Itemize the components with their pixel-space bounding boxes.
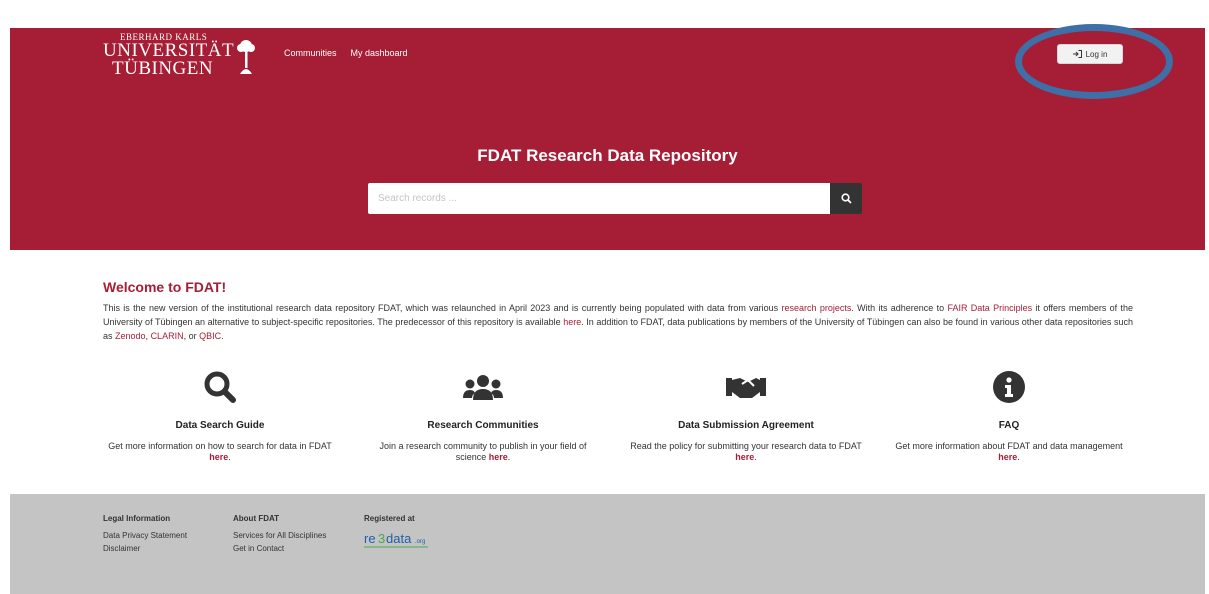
search-button[interactable]	[830, 183, 862, 214]
research-projects-link[interactable]: research projects	[782, 303, 852, 313]
footer-legal-column: Legal Information Data Privacy Statement…	[103, 514, 187, 557]
welcome-text-part: This is the new version of the instituti…	[103, 303, 782, 313]
feature-title: Data Search Guide	[175, 420, 265, 431]
nav-my-dashboard[interactable]: My dashboard	[351, 48, 408, 58]
re3data-logo-icon: re 3 data .org	[364, 531, 428, 548]
logo-line-3: TÜBINGEN	[112, 58, 214, 79]
feature-desc-text: Join a research community to publish in …	[379, 441, 587, 462]
svg-text:3: 3	[378, 531, 385, 546]
feature-desc-text: Get more information about FDAT and data…	[895, 441, 1123, 451]
footer-heading: Registered at	[364, 514, 415, 523]
tree-logo-icon	[237, 40, 255, 74]
feature-desc-text: Read the policy for submitting your rese…	[630, 441, 862, 451]
feature-desc-text: Get more information on how to search fo…	[108, 441, 332, 451]
feature-data-submission-agreement: Data Submission Agreement Read the polic…	[616, 365, 876, 463]
zenodo-link[interactable]: Zenodo	[115, 331, 146, 341]
feature-data-search-guide: Data Search Guide Get more information o…	[90, 365, 350, 463]
disclaimer-link[interactable]: Disclaimer	[103, 544, 187, 553]
svg-text:.org: .org	[415, 539, 425, 545]
feature-title: FAQ	[998, 420, 1020, 431]
search-bar	[368, 183, 862, 214]
separator: .	[221, 331, 224, 341]
main-nav: Communities My dashboard	[284, 48, 408, 58]
header-banner: EBERHARD KARLS UNIVERSITÄT TÜBINGEN Comm…	[10, 24, 1205, 250]
footer-registered-column: Registered at re 3 data .org	[364, 514, 444, 557]
feature-desc-end: .	[228, 452, 231, 462]
feature-research-communities: Research Communities Join a research com…	[353, 365, 613, 463]
feature-desc-end: .	[754, 452, 757, 462]
search-icon	[840, 193, 852, 204]
fair-principles-link[interactable]: FAIR Data Principles	[947, 303, 1032, 313]
clarin-link[interactable]: CLARIN	[151, 331, 184, 341]
handshake-icon	[616, 365, 876, 409]
submission-agreement-link[interactable]: here	[735, 452, 754, 462]
feature-faq: FAQ Get more information about FDAT and …	[879, 365, 1139, 463]
info-icon	[879, 365, 1139, 409]
separator: , or	[183, 331, 200, 341]
nav-communities[interactable]: Communities	[284, 48, 337, 58]
data-search-guide-link[interactable]: here	[209, 452, 228, 462]
page: EBERHARD KARLS UNIVERSITÄT TÜBINGEN Comm…	[0, 0, 1209, 594]
feature-desc-end: .	[1017, 452, 1020, 462]
welcome-title: Welcome to FDAT!	[103, 279, 227, 295]
footer-about-column: About FDAT Services for All Disciplines …	[233, 514, 326, 557]
feature-description: Read the policy for submitting your rese…	[616, 441, 876, 463]
welcome-text: This is the new version of the instituti…	[103, 301, 1133, 343]
feature-desc-end: .	[507, 452, 511, 462]
data-privacy-link[interactable]: Data Privacy Statement	[103, 531, 187, 540]
faq-link[interactable]: here	[998, 452, 1017, 462]
svg-text:data: data	[386, 531, 412, 546]
footer-heading: Legal Information	[103, 514, 171, 523]
footer-heading: About FDAT	[233, 514, 280, 523]
feature-title: Data Submission Agreement	[678, 420, 814, 431]
feature-title: Research Communities	[427, 420, 539, 431]
users-icon	[353, 365, 613, 409]
predecessor-here-link[interactable]: here	[563, 317, 581, 327]
university-logo[interactable]: EBERHARD KARLS UNIVERSITÄT TÜBINGEN	[102, 32, 262, 92]
research-communities-link[interactable]: here	[489, 452, 508, 462]
re3data-badge[interactable]: re 3 data .org	[364, 531, 444, 553]
qbic-link[interactable]: QBIC	[199, 331, 221, 341]
repository-title: FDAT Research Data Repository	[477, 146, 738, 165]
svg-text:re: re	[364, 531, 376, 546]
search-icon	[90, 365, 350, 409]
contact-link[interactable]: Get in Contact	[233, 544, 326, 553]
feature-description: Join a research community to publish in …	[353, 441, 613, 463]
search-input[interactable]	[368, 183, 830, 214]
feature-description: Get more information about FDAT and data…	[879, 441, 1139, 463]
services-link[interactable]: Services for All Disciplines	[233, 531, 326, 540]
highlight-annotation-ring	[1015, 24, 1173, 99]
welcome-text-part: . With its adherence to	[851, 303, 948, 313]
feature-grid: Data Search Guide Get more information o…	[90, 365, 1140, 475]
footer: Legal Information Data Privacy Statement…	[10, 494, 1205, 594]
feature-description: Get more information on how to search fo…	[90, 441, 350, 463]
